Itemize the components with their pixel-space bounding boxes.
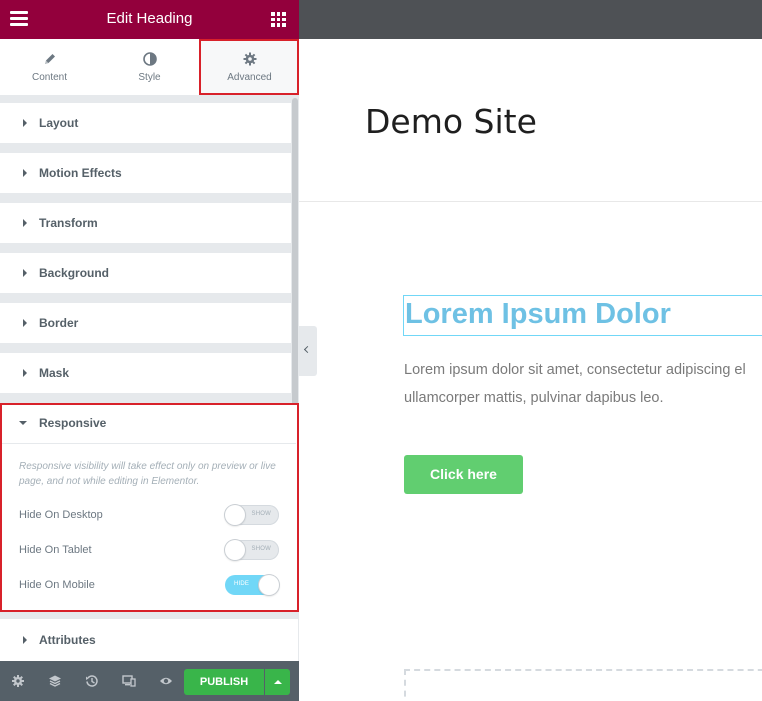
hide-tablet-label: Hide On Tablet <box>19 544 92 556</box>
panel-title: Edit Heading <box>106 10 193 27</box>
section-motion-effects[interactable]: Motion Effects <box>0 153 292 193</box>
publish-button[interactable]: PUBLISH <box>184 669 264 695</box>
toggle-state-text: SHOW <box>251 546 271 552</box>
panel-footer: PUBLISH <box>0 661 299 701</box>
section-mask[interactable]: Mask <box>0 353 292 393</box>
section-layout[interactable]: Layout <box>0 103 292 143</box>
responsive-note: Responsive visibility will take effect o… <box>19 461 276 487</box>
section-divider <box>2 443 296 444</box>
click-here-button[interactable]: Click here <box>404 455 523 494</box>
caret-right-icon <box>23 169 27 177</box>
caret-down-icon <box>19 421 27 425</box>
section-motion-effects-label: Motion Effects <box>39 166 122 180</box>
control-hide-mobile: Hide On Mobile HIDE <box>19 575 281 597</box>
tab-advanced-label: Advanced <box>227 72 272 83</box>
toggle-knob <box>259 575 279 595</box>
section-transform-label: Transform <box>39 216 98 230</box>
toggle-knob <box>225 540 245 560</box>
caret-right-icon <box>23 369 27 377</box>
caret-up-icon <box>274 680 282 684</box>
publish-options-button[interactable] <box>265 669 290 695</box>
editor-panel: Edit Heading Content Style Advanced Layo… <box>0 0 299 701</box>
widgets-grid-icon[interactable] <box>271 12 286 27</box>
tab-style[interactable]: Style <box>100 39 199 95</box>
section-attributes-label: Attributes <box>39 633 96 647</box>
toggle-knob <box>225 505 245 525</box>
add-section-dropzone[interactable] <box>404 669 762 701</box>
section-layout-label: Layout <box>39 116 79 130</box>
toggle-state-text: SHOW <box>251 511 271 517</box>
caret-right-icon <box>23 319 27 327</box>
tab-content-label: Content <box>31 72 68 83</box>
paragraph-line: Lorem ipsum dolor sit amet, consectetur … <box>404 362 746 378</box>
section-responsive-header[interactable]: Responsive <box>0 403 298 443</box>
caret-right-icon <box>23 269 27 277</box>
tab-advanced[interactable]: Advanced <box>200 39 299 95</box>
tab-style-label: Style <box>138 72 161 83</box>
panel-tabs: Content Style Advanced <box>0 39 299 95</box>
header-divider <box>299 201 762 202</box>
panel-collapse-handle[interactable] <box>299 326 317 376</box>
hide-desktop-toggle[interactable]: SHOW <box>225 505 279 525</box>
heading-widget[interactable]: Lorem Ipsum Dolor <box>405 298 671 331</box>
section-background[interactable]: Background <box>0 253 292 293</box>
caret-right-icon <box>23 119 27 127</box>
text-editor-widget[interactable]: Lorem ipsum dolor sit amet, consectetur … <box>404 356 762 412</box>
hide-mobile-label: Hide On Mobile <box>19 579 95 591</box>
pencil-icon <box>44 54 55 64</box>
toggle-state-text: HIDE <box>234 581 250 587</box>
history-icon[interactable] <box>85 674 99 688</box>
layers-icon[interactable] <box>48 674 62 688</box>
control-hide-tablet: Hide On Tablet SHOW <box>19 540 281 562</box>
hide-tablet-toggle[interactable]: SHOW <box>225 540 279 560</box>
responsive-mode-icon[interactable] <box>122 674 136 688</box>
section-responsive-label: Responsive <box>39 416 107 430</box>
elementor-editor: Edit Heading Content Style Advanced Layo… <box>0 0 762 701</box>
section-transform[interactable]: Transform <box>0 203 292 243</box>
control-hide-desktop: Hide On Desktop SHOW <box>19 505 281 527</box>
preview-top-bar <box>299 0 762 39</box>
panel-header: Edit Heading <box>0 0 299 39</box>
section-mask-label: Mask <box>39 366 70 380</box>
chevron-left-icon <box>303 345 312 354</box>
section-responsive: Responsive Responsive visibility will ta… <box>0 403 298 611</box>
caret-right-icon <box>23 219 27 227</box>
gear-icon <box>243 52 256 66</box>
hide-mobile-toggle[interactable]: HIDE <box>225 575 279 595</box>
tab-content[interactable]: Content <box>0 39 99 95</box>
preview-eye-icon[interactable] <box>159 674 173 688</box>
hide-desktop-label: Hide On Desktop <box>19 509 103 521</box>
paragraph-line: ullamcorper mattis, pulvinar dapibus leo… <box>404 390 664 406</box>
caret-right-icon <box>23 636 27 644</box>
half-circle-icon <box>142 52 157 66</box>
section-border-label: Border <box>39 316 79 330</box>
settings-icon[interactable] <box>11 674 25 688</box>
site-title[interactable]: Demo Site <box>365 102 537 141</box>
section-attributes[interactable]: Attributes <box>0 619 298 661</box>
section-border[interactable]: Border <box>0 303 292 343</box>
section-background-label: Background <box>39 266 110 280</box>
